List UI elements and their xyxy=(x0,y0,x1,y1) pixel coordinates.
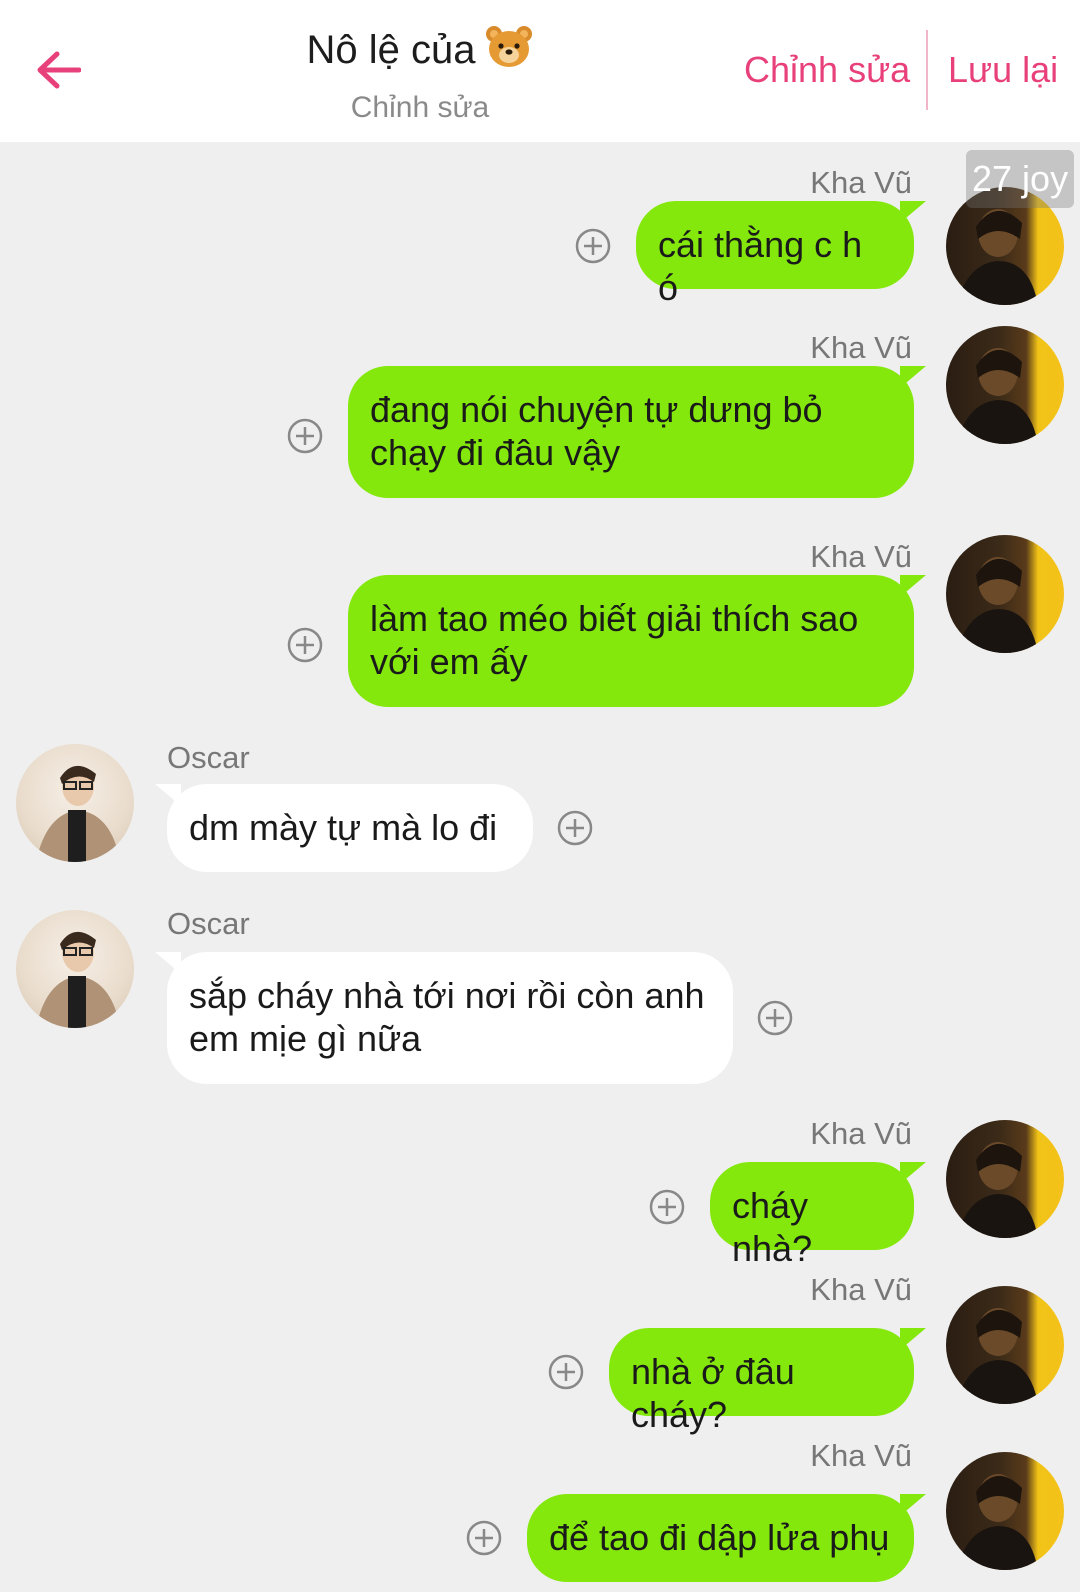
add-reaction-icon[interactable] xyxy=(575,228,611,264)
add-reaction-icon[interactable] xyxy=(548,1354,584,1390)
add-reaction-icon[interactable] xyxy=(287,418,323,454)
sender-name: Kha Vũ xyxy=(810,1438,912,1473)
back-arrow-icon[interactable] xyxy=(30,42,86,98)
avatar[interactable] xyxy=(946,1120,1064,1238)
avatar[interactable] xyxy=(16,744,134,862)
avatar[interactable] xyxy=(946,326,1064,444)
message-row: Kha Vũ đang nói chuyện tự dưng bỏ chạy đ… xyxy=(0,320,1080,510)
chat-title-text: Nô lệ của xyxy=(306,28,476,72)
chat-subtitle: Chỉnh sửa xyxy=(350,91,490,124)
sender-name: Kha Vũ xyxy=(810,165,912,200)
add-reaction-icon[interactable] xyxy=(757,1000,793,1036)
message-bubble[interactable]: dm mày tự mà lo đi xyxy=(155,784,533,872)
message-row: Kha Vũ cái thằng c h ó xyxy=(0,155,1080,308)
add-reaction-icon[interactable] xyxy=(557,810,593,846)
sender-name: Kha Vũ xyxy=(810,330,912,365)
add-reaction-icon[interactable] xyxy=(649,1189,685,1225)
sender-name: Oscar xyxy=(167,906,250,941)
message-row: Kha Vũ nhà ở đâu cháy? xyxy=(0,1272,1080,1435)
avatar[interactable] xyxy=(16,910,134,1028)
avatar[interactable] xyxy=(946,535,1064,653)
message-bubble[interactable]: cháy nhà? xyxy=(710,1162,926,1269)
sender-name: Oscar xyxy=(167,740,250,775)
message-bubble[interactable]: làm tao méo biết giải thích sao với em ấ… xyxy=(348,575,926,707)
message-row: Kha Vũ làm tao méo biết giải thích sao v… xyxy=(0,529,1080,719)
message-bubble[interactable]: nhà ở đâu cháy? xyxy=(609,1328,926,1435)
save-button[interactable]: Lưu lại xyxy=(948,46,1058,94)
bear-emoji-icon xyxy=(485,25,533,84)
watermark-label: 27 joy xyxy=(966,150,1074,208)
edit-button[interactable]: Chỉnh sửa xyxy=(744,46,910,94)
add-reaction-icon[interactable] xyxy=(466,1520,502,1556)
add-reaction-icon[interactable] xyxy=(287,627,323,663)
sender-name: Kha Vũ xyxy=(810,1116,912,1151)
chat-title: Nô lệ của xyxy=(230,22,610,84)
message-row: Oscar sắp cháy nhà tới nơi rồi còn anh e… xyxy=(0,906,1080,1100)
avatar[interactable] xyxy=(946,1452,1064,1570)
message-row: Kha Vũ cháy nhà? xyxy=(0,1106,1080,1269)
sender-name: Kha Vũ xyxy=(810,1272,912,1307)
message-bubble[interactable]: để tao đi dập lửa phụ xyxy=(527,1494,926,1582)
sender-name: Kha Vũ xyxy=(810,539,912,574)
title-block: Nô lệ của Chỉnh sửa xyxy=(230,22,610,130)
message-bubble[interactable]: cái thằng c h ó xyxy=(636,201,926,308)
avatar[interactable] xyxy=(946,1286,1064,1404)
message-bubble[interactable]: đang nói chuyện tự dưng bỏ chạy đi đâu v… xyxy=(348,366,926,498)
header-bar: Nô lệ của Chỉnh sửa Chỉnh sửa Lưu lại xyxy=(0,0,1080,142)
header-divider xyxy=(926,30,928,110)
message-row: Kha Vũ để tao đi dập lửa phụ xyxy=(0,1438,1080,1588)
message-bubble[interactable]: sắp cháy nhà tới nơi rồi còn anh em mịe … xyxy=(155,952,733,1084)
message-row: Oscar dm mày tự mà lo đi xyxy=(0,740,1080,884)
